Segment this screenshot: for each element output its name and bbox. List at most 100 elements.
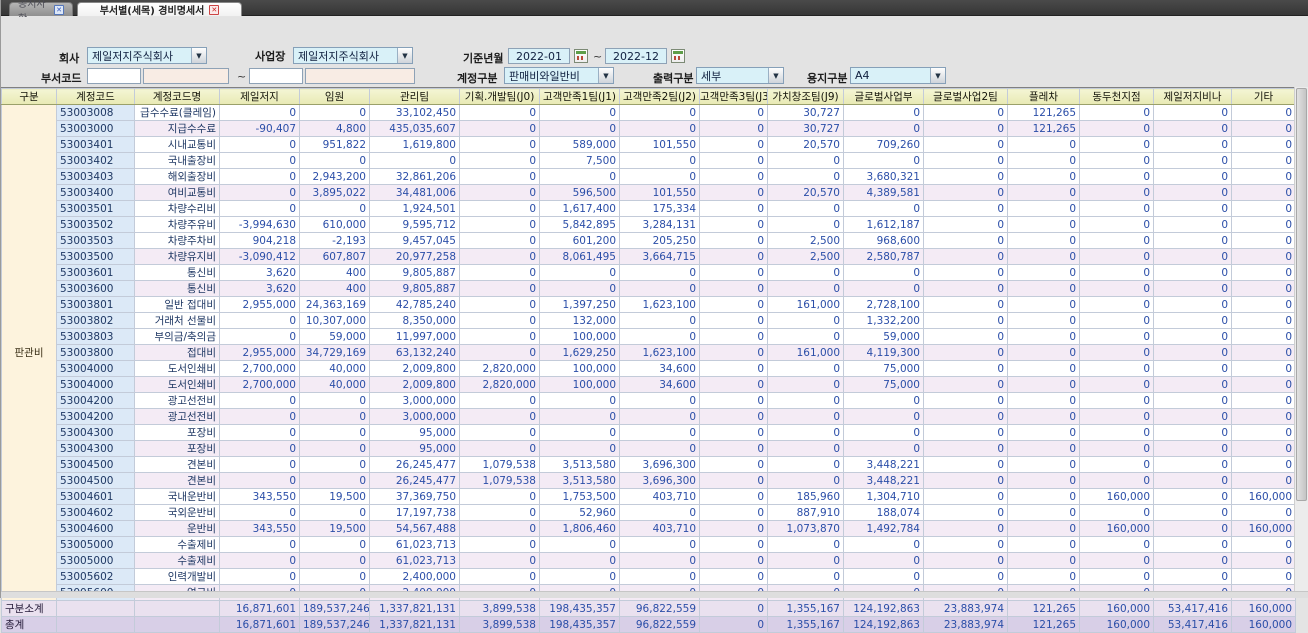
amount-cell: 0 [220, 137, 300, 153]
amount-cell: 3,513,580 [540, 473, 620, 489]
amount-cell: 0 [300, 569, 370, 585]
column-header[interactable]: 가치창조팀(J9) [768, 89, 844, 105]
amount-cell: 1,753,500 [540, 489, 620, 505]
output-type-select[interactable]: 세부 ▼ [696, 67, 784, 84]
vertical-scrollbar[interactable] [1294, 87, 1308, 591]
tab-expense-report[interactable]: 부서별(세목) 경비명세서 ✕ [77, 2, 242, 16]
dept-code-from-input[interactable] [87, 68, 141, 84]
column-header[interactable]: 제일저지 [220, 89, 300, 105]
column-header[interactable]: 고객만족1팀(J1) [540, 89, 620, 105]
amount-cell: 0 [460, 249, 540, 265]
amount-cell: 0 [924, 137, 1008, 153]
amount-cell: 0 [220, 185, 300, 201]
column-header[interactable]: 동두천지점 [1080, 89, 1154, 105]
amount-cell: 0 [1154, 393, 1232, 409]
amount-cell: 0 [1232, 441, 1296, 457]
account-name-cell: 지급수수료 [135, 121, 220, 137]
account-name-cell: 급수수료(클레임) [135, 105, 220, 121]
column-header[interactable]: 제일저지비나 [1154, 89, 1232, 105]
table-row: 53003802거래처 선물비010,307,0008,350,0000132,… [2, 313, 1296, 329]
column-header[interactable]: 계정코드명 [135, 89, 220, 105]
amount-cell: 0 [700, 249, 768, 265]
column-header[interactable]: 기타 [1232, 89, 1296, 105]
amount-cell: 0 [620, 153, 700, 169]
amount-cell: 100,000 [540, 361, 620, 377]
account-code-cell: 53003502 [57, 217, 135, 233]
amount-cell: 1,304,710 [844, 489, 924, 505]
column-header[interactable]: 플레차 [1008, 89, 1080, 105]
amount-cell: 0 [768, 553, 844, 569]
amount-cell: 0 [460, 553, 540, 569]
amount-cell: 0 [460, 569, 540, 585]
amount-cell: 0 [1154, 217, 1232, 233]
paper-select[interactable]: A4 ▼ [850, 67, 946, 84]
amount-cell: 951,822 [300, 137, 370, 153]
amount-cell: 0 [1232, 121, 1296, 137]
amount-cell: 0 [620, 169, 700, 185]
column-header[interactable]: 글로벌사업부 [844, 89, 924, 105]
amount-cell: 5,842,895 [540, 217, 620, 233]
amount-cell: 20,570 [768, 185, 844, 201]
column-header[interactable]: 임원 [300, 89, 370, 105]
amount-cell: 0 [700, 617, 768, 633]
account-name-cell: 거래처 선물비 [135, 313, 220, 329]
app-window: 공지사항 ✕ 부서별(세목) 경비명세서 ✕ MENU OPEN 회사 제일저지… [0, 0, 1308, 598]
amount-cell: 0 [1080, 393, 1154, 409]
column-header[interactable]: 관리팀 [370, 89, 460, 105]
amount-cell: 1,623,100 [620, 297, 700, 313]
dept-code-to-input[interactable] [249, 68, 303, 84]
close-icon[interactable]: ✕ [209, 5, 219, 15]
amount-cell: 0 [1008, 441, 1080, 457]
amount-cell: 403,710 [620, 521, 700, 537]
amount-cell: 0 [1232, 409, 1296, 425]
dept-name-to-input[interactable] [305, 68, 415, 84]
amount-cell: 121,265 [1008, 617, 1080, 633]
table-row: 53004600운반비343,55019,50054,567,48801,806… [2, 521, 1296, 537]
row-label-cell: 구분소계 [2, 601, 57, 617]
table-row: 53003500차량유지비-3,090,412607,80720,977,258… [2, 249, 1296, 265]
amount-cell: 40,000 [300, 377, 370, 393]
tab-notice[interactable]: 공지사항 ✕ [9, 2, 73, 16]
calendar-icon[interactable] [574, 49, 588, 63]
account-name-cell: 광고선전비 [135, 393, 220, 409]
account-type-select[interactable]: 판매비와일반비 ▼ [504, 67, 614, 84]
company-select[interactable]: 제일저지주식회사 ▼ [87, 47, 207, 64]
column-header[interactable]: 글로벌사업2팀 [924, 89, 1008, 105]
amount-cell: 0 [924, 457, 1008, 473]
chevron-down-icon: ▼ [930, 68, 945, 83]
amount-cell: 709,260 [844, 137, 924, 153]
amount-cell: 0 [768, 329, 844, 345]
amount-cell: 3,899,538 [460, 617, 540, 633]
amount-cell: 0 [1080, 425, 1154, 441]
table-row: 53005000수출제비0061,023,71300000000000 [2, 537, 1296, 553]
scrollbar-thumb[interactable] [1296, 88, 1307, 501]
calendar-icon[interactable] [671, 49, 685, 63]
period-from-input[interactable] [508, 48, 570, 64]
amount-cell: 0 [924, 409, 1008, 425]
account-name-cell: 국내운반비 [135, 489, 220, 505]
column-header[interactable]: 고객만족3팀(J3) [700, 89, 768, 105]
amount-cell: 0 [1154, 137, 1232, 153]
column-header[interactable]: 기획.개발팀(J0) [460, 89, 540, 105]
filter-panel: 회사 제일저지주식회사 ▼ 사업장 제일저지주식회사 ▼ 기준년월 ~ 부서코드… [1, 17, 1308, 87]
amount-cell: 0 [1008, 553, 1080, 569]
amount-cell: 343,550 [220, 521, 300, 537]
amount-cell: 0 [300, 425, 370, 441]
amount-cell: 0 [1232, 329, 1296, 345]
amount-cell: 0 [220, 105, 300, 121]
expense-table: 구분계정코드계정코드명제일저지임원관리팀기획.개발팀(J0)고객만족1팀(J1)… [1, 88, 1296, 633]
company-value: 제일저지주식회사 [88, 48, 191, 64]
period-to-input[interactable] [605, 48, 667, 64]
amount-cell: -3,090,412 [220, 249, 300, 265]
column-header[interactable]: 구분 [2, 89, 57, 105]
column-header[interactable]: 고객만족2팀(J2) [620, 89, 700, 105]
table-row: 53004200광고선전비003,000,00000000000000 [2, 409, 1296, 425]
close-icon[interactable]: ✕ [54, 5, 64, 15]
amount-cell: 0 [1154, 121, 1232, 137]
column-header[interactable]: 계정코드 [57, 89, 135, 105]
amount-cell: 3,000,000 [370, 409, 460, 425]
amount-cell: 0 [1154, 457, 1232, 473]
workplace-select[interactable]: 제일저지주식회사 ▼ [293, 47, 413, 64]
amount-cell: 0 [700, 185, 768, 201]
dept-name-from-input[interactable] [143, 68, 229, 84]
